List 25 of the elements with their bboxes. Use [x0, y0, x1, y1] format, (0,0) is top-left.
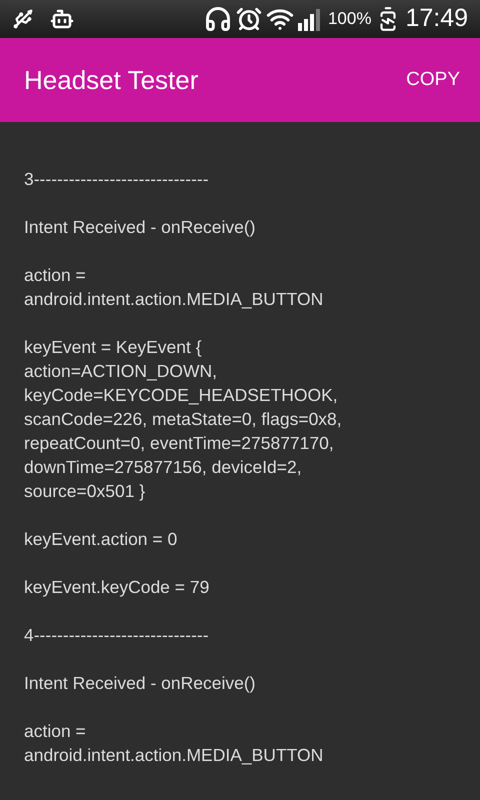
- log-line: keyCode=KEYCODE_HEADSETHOOK,: [24, 384, 338, 407]
- log-line: keyEvent.action = 0: [24, 528, 178, 551]
- log-line: keyEvent.keyCode = 79: [24, 576, 210, 599]
- log-line: android.intent.action.MEDIA_BUTTON: [24, 744, 324, 767]
- battery-percent: 100%: [328, 8, 372, 30]
- usb-icon: [12, 8, 34, 30]
- headset-icon: [204, 5, 232, 33]
- log-line: Intent Received - onReceive(): [24, 672, 256, 695]
- log-line: action =: [24, 264, 86, 287]
- alarm-clock-icon: [236, 6, 262, 32]
- copy-button[interactable]: COPY: [398, 58, 468, 102]
- robot-icon: [50, 7, 74, 31]
- log-line: android.intent.action.MEDIA_BUTTON: [24, 288, 324, 311]
- log-line: downTime=275877156, deviceId=2,: [24, 456, 302, 479]
- log-line: action=ACTION_DOWN,: [24, 360, 218, 383]
- app-title: Headset Tester: [24, 64, 198, 96]
- log-line: action =: [24, 720, 86, 743]
- log-line: 4------------------------------: [24, 624, 209, 647]
- log-line: keyEvent = KeyEvent {: [24, 336, 202, 359]
- log-line: 3------------------------------: [24, 168, 209, 191]
- log-line: scanCode=226, metaState=0, flags=0x8,: [24, 408, 342, 431]
- clock: 17:49: [405, 3, 468, 34]
- log-line: repeatCount=0, eventTime=275877170,: [24, 432, 334, 455]
- log-line: source=0x501 }: [24, 480, 146, 503]
- log-line: Intent Received - onReceive(): [24, 216, 256, 239]
